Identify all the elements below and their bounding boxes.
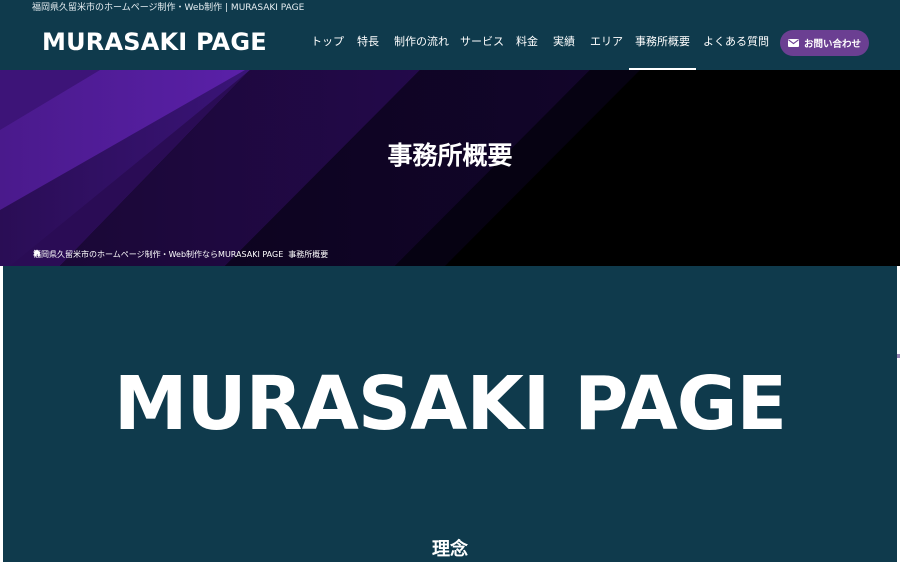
nav-item-flow[interactable]: 制作の流れ bbox=[394, 30, 449, 70]
mail-icon bbox=[787, 39, 799, 47]
breadcrumb-current: 事務所概要 bbox=[288, 250, 329, 259]
brand-display-title: MURASAKI PAGE bbox=[113, 361, 787, 447]
nav-item-area[interactable]: エリア bbox=[590, 30, 623, 70]
nav-item-works[interactable]: 実績 bbox=[553, 30, 575, 70]
page-hero: 事務所概要 福岡県久留米市のホームページ制作・Web制作ならMURASAKI P… bbox=[0, 70, 900, 266]
about-section: MURASAKI PAGE 理念 bbox=[3, 266, 897, 562]
nav-item-top[interactable]: トップ bbox=[311, 30, 344, 70]
site-header: 福岡県久留米市のホームページ制作・Web制作 | MURASAKI PAGE M… bbox=[0, 0, 900, 70]
chevron-right-icon bbox=[34, 249, 39, 257]
contact-button-label: お問い合わせ bbox=[803, 39, 861, 50]
breadcrumb: 福岡県久留米市のホームページ制作・Web制作ならMURASAKI PAGE 事務… bbox=[33, 249, 328, 261]
nav-item-about[interactable]: 事務所概要 bbox=[629, 30, 696, 70]
breadcrumb-home-link[interactable]: 福岡県久留米市のホームページ制作・Web制作ならMURASAKI PAGE bbox=[33, 250, 283, 260]
nav-item-pricing[interactable]: 料金 bbox=[516, 30, 538, 70]
philosophy-heading: 理念 bbox=[432, 539, 468, 560]
nav-item-services[interactable]: サービス bbox=[460, 30, 504, 70]
contact-button[interactable]: お問い合わせ bbox=[780, 30, 869, 56]
page-title: 事務所概要 bbox=[387, 141, 513, 170]
site-tagline: 福岡県久留米市のホームページ制作・Web制作 | MURASAKI PAGE bbox=[32, 3, 305, 13]
site-logo[interactable]: MURASAKI PAGE bbox=[42, 26, 267, 58]
nav-item-faq[interactable]: よくある質問 bbox=[703, 30, 769, 70]
nav-item-features[interactable]: 特長 bbox=[357, 30, 379, 70]
